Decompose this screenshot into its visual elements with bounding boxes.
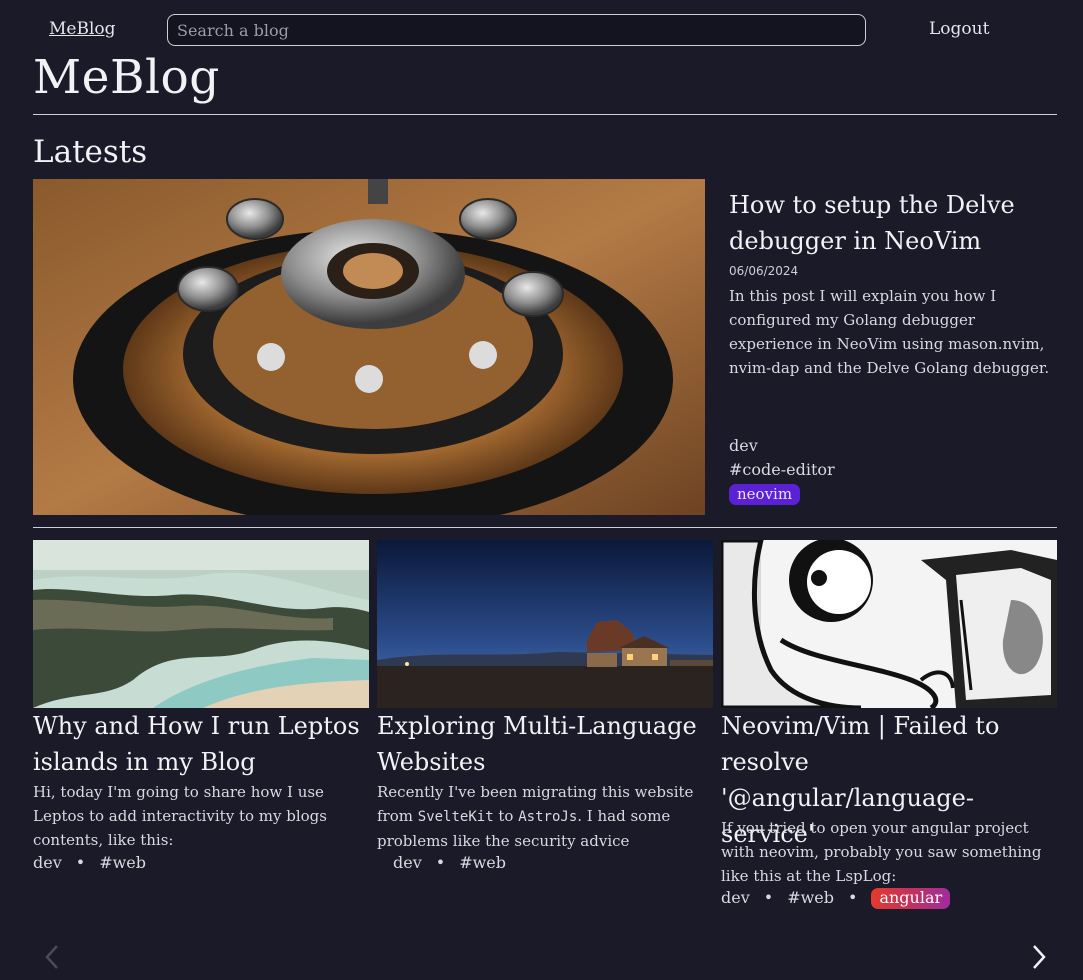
brand-link[interactable]: MeBlog (49, 19, 116, 39)
post-card-category[interactable]: dev (393, 853, 422, 872)
post-card-badge[interactable]: angular (871, 888, 951, 909)
post-card-category[interactable]: dev (33, 853, 62, 872)
post-card-tag[interactable]: #web (459, 853, 506, 872)
separator-dot: • (75, 853, 86, 872)
page: MeBlog Logout MeBlog Latests (0, 0, 1083, 980)
divider (33, 527, 1057, 528)
featured-post-date: 06/06/2024 (729, 264, 799, 278)
post-card-image[interactable] (377, 540, 713, 708)
search-input[interactable] (168, 15, 865, 45)
post-card-meta: dev • #web (393, 853, 506, 872)
post-image-art (377, 540, 713, 708)
post-card-description: Recently I've been migrating this websit… (377, 783, 694, 850)
chevron-left-icon[interactable] (38, 942, 68, 972)
post-card-tag[interactable]: #web (787, 888, 834, 907)
featured-post-tag[interactable]: #code-editor (729, 460, 835, 479)
post-card-title[interactable]: Why and How I run Leptos islands in my B… (33, 708, 373, 780)
featured-post-description: In this post I will explain you how I co… (729, 287, 1050, 377)
inline-code: AstroJs (518, 809, 578, 825)
separator-dot: • (848, 888, 858, 907)
post-image-art (33, 540, 369, 708)
chevron-right-icon[interactable] (1023, 942, 1053, 972)
separator-dot: • (763, 888, 774, 907)
featured-post-title[interactable]: How to setup the Delve debugger in NeoVi… (729, 187, 1049, 259)
divider (33, 114, 1057, 115)
post-card-meta: dev • #web (33, 853, 146, 872)
logout-button[interactable]: Logout (929, 19, 989, 39)
post-card-image[interactable] (33, 540, 369, 708)
featured-post-category[interactable]: dev (729, 436, 758, 455)
separator-dot: • (435, 853, 446, 872)
page-title: MeBlog (33, 50, 220, 105)
inline-code: SvelteKit (417, 809, 494, 825)
post-card-description: Hi, today I'm going to share how I use L… (33, 783, 327, 849)
post-card-meta: dev • #web • angular (721, 888, 951, 909)
post-card-category[interactable]: dev (721, 888, 750, 907)
post-card-title[interactable]: Exploring Multi-Language Websites (377, 708, 717, 780)
post-card-tag[interactable]: #web (99, 853, 146, 872)
post-card-image[interactable] (721, 540, 1057, 708)
top-nav: MeBlog Logout (0, 0, 1083, 54)
post-card-description: If you tried to open your angular projec… (721, 819, 1042, 885)
featured-post-badge[interactable]: neovim (729, 484, 801, 505)
search-box[interactable] (167, 14, 866, 46)
post-image-art (721, 540, 1057, 708)
featured-image-art (33, 179, 705, 515)
section-title: Latests (33, 134, 148, 170)
featured-post-image[interactable] (33, 179, 705, 515)
